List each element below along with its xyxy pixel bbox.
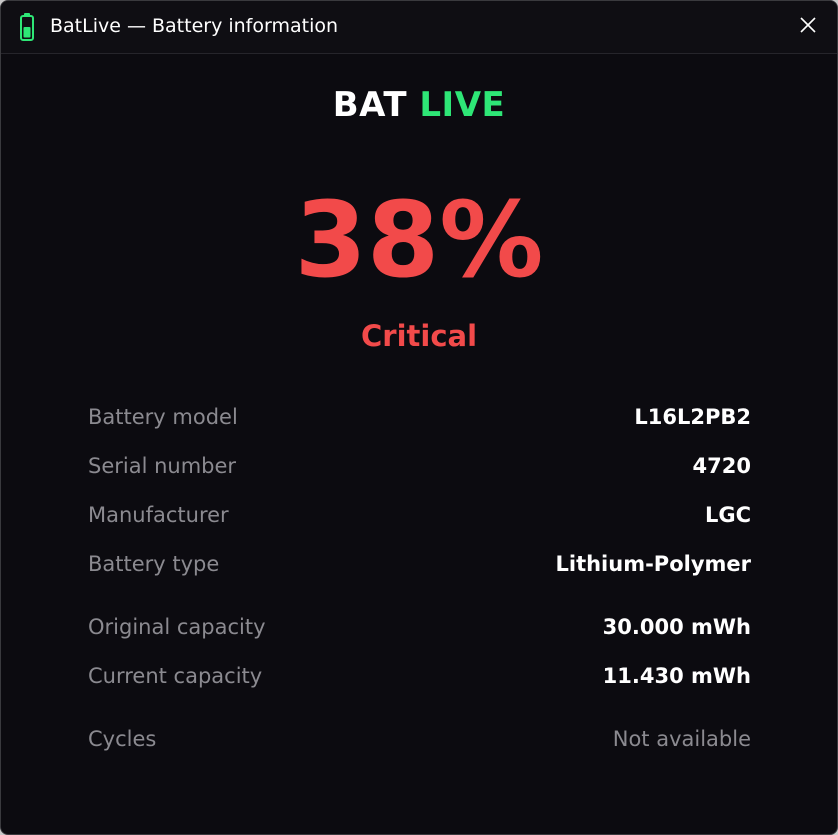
app-window: BatLive — Battery information BAT LIVE 3… — [0, 0, 838, 835]
close-icon — [799, 16, 817, 38]
title-bar[interactable]: BatLive — Battery information — [1, 1, 837, 54]
detail-label: Original capacity — [88, 615, 266, 639]
detail-value: Not available — [612, 727, 751, 751]
detail-label: Current capacity — [88, 664, 263, 688]
detail-label: Serial number — [88, 454, 237, 478]
battery-percentage: 38% — [294, 179, 544, 301]
detail-row-battery-model: Battery model L16L2PB2 — [88, 401, 751, 433]
brand-part-bat: BAT — [332, 85, 408, 125]
detail-value: 30.000 mWh — [602, 615, 751, 639]
detail-label: Manufacturer — [88, 503, 229, 527]
detail-row-cycles: Cycles Not available — [88, 723, 751, 755]
detail-value: Lithium-Polymer — [555, 552, 751, 576]
detail-value: L16L2PB2 — [634, 405, 751, 429]
detail-value: 4720 — [692, 454, 751, 478]
detail-label: Cycles — [88, 727, 157, 751]
detail-row-current-capacity: Current capacity 11.430 mWh — [88, 660, 751, 692]
close-button[interactable] — [779, 1, 837, 53]
detail-value: LGC — [704, 503, 751, 527]
battery-status: Critical — [360, 319, 478, 353]
battery-icon — [19, 12, 35, 42]
detail-value: 11.430 mWh — [602, 664, 751, 688]
detail-label: Battery type — [88, 552, 220, 576]
brand-logo: BAT LIVE — [1, 85, 837, 125]
detail-row-original-capacity: Original capacity 30.000 mWh — [88, 611, 751, 643]
brand-part-live: LIVE — [419, 85, 506, 125]
detail-label: Battery model — [88, 405, 238, 429]
detail-row-manufacturer: Manufacturer LGC — [88, 499, 751, 531]
detail-row-battery-type: Battery type Lithium-Polymer — [88, 548, 751, 580]
detail-row-serial-number: Serial number 4720 — [88, 450, 751, 482]
window-title: BatLive — Battery information — [50, 15, 339, 37]
